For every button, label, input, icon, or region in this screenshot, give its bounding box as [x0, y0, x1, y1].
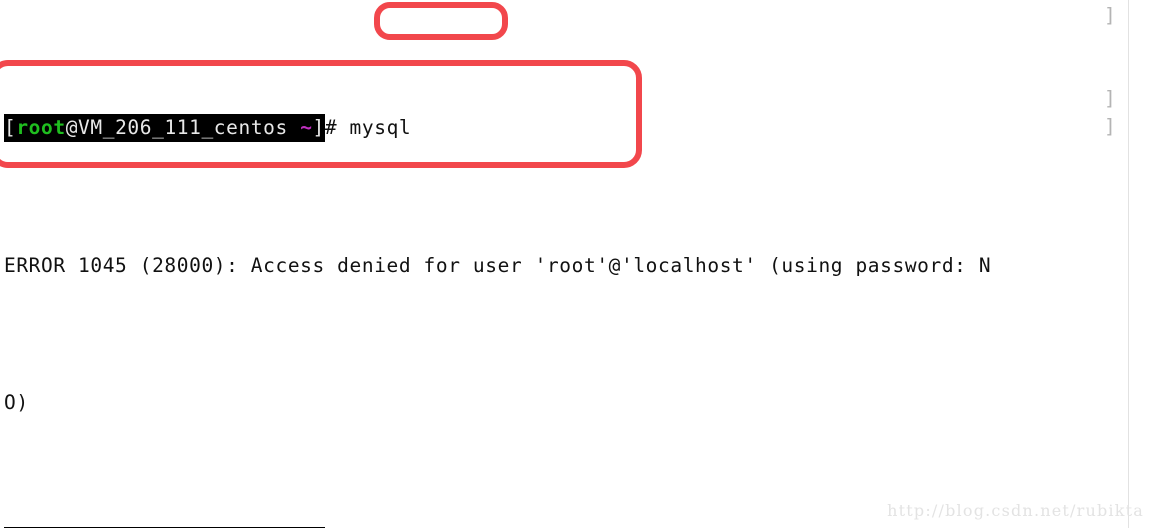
watermark-url: http://blog.csdn.net/rubikta [887, 501, 1144, 520]
terminal-line-prompt-1: [root@VM_206_111_centos ~]# mysql [4, 114, 1156, 142]
prompt-close-bracket: ] [312, 116, 325, 139]
prompt-open-bracket: [ [4, 116, 17, 139]
prompt-user: root [16, 116, 66, 139]
prompt-tilde: ~ [300, 116, 313, 139]
terminal-output[interactable]: [root@VM_206_111_centos ~]# mysql ERROR … [0, 0, 1156, 528]
shell-prompt: [root@VM_206_111_centos ~] [4, 114, 325, 142]
prompt-host: @VM_206_111_centos [65, 116, 301, 139]
terminal-line-error-wrap: O) [4, 391, 29, 414]
terminal-line-error: ERROR 1045 (28000): Access denied for us… [4, 253, 992, 277]
command-mysql: # mysql [324, 116, 412, 139]
terminal-screenshot: ] ] ] [root@VM_206_111_centos ~]# mysql … [0, 0, 1156, 528]
